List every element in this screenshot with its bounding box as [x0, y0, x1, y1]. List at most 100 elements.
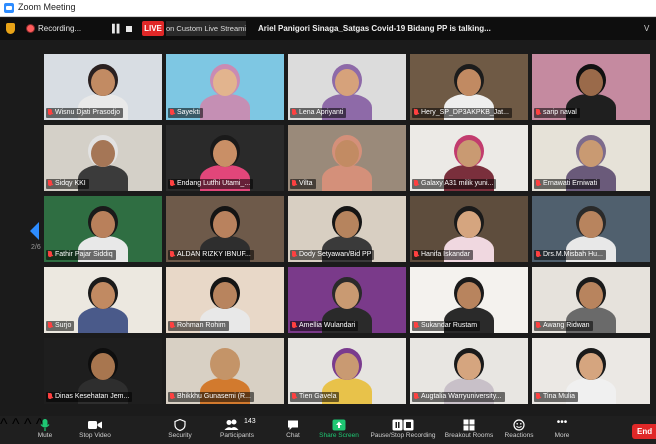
participant-name-label: Amellia Wulandari	[290, 321, 359, 331]
muted-mic-icon	[536, 393, 540, 399]
participant-name-label: Hery_SP_DP3AKPKB_Jat...	[412, 108, 512, 118]
participants-button[interactable]: 143 Participants	[214, 418, 260, 444]
breakout-rooms-icon	[444, 418, 494, 431]
window-titlebar: Zoom Meeting	[0, 0, 656, 17]
breakout-rooms-button[interactable]: Breakout Rooms	[444, 418, 494, 444]
participant-name: Fathir Pajar Siddiq	[55, 251, 113, 258]
participant-video-tile[interactable]: Hanifa Iskandar	[410, 196, 528, 262]
participant-video-tile[interactable]: Ernawati Erniwati	[532, 125, 650, 191]
participant-video-tile[interactable]: Sidqy KKI	[44, 125, 162, 191]
zoom-logo-icon	[4, 3, 14, 13]
active-speaker-text: Ariel Panigori Sinaga_Satgas Covid-19 Bi…	[258, 24, 491, 33]
participant-name: Hanifa Iskandar	[421, 251, 471, 258]
participant-name: Lena Apriyanti	[299, 109, 344, 116]
chat-button[interactable]: Chat	[280, 418, 306, 444]
muted-mic-icon	[48, 393, 52, 399]
video-options-caret-icon[interactable]: ^	[12, 416, 20, 433]
stop-video-button[interactable]: Stop Video	[76, 418, 114, 444]
stop-recording-icon[interactable]	[126, 26, 132, 32]
participant-video-tile[interactable]: Rohman Rohim	[166, 267, 284, 333]
participant-name: Hery_SP_DP3AKPKB_Jat...	[421, 109, 509, 116]
participant-video-tile[interactable]: Dinas Kesehatan Jem...	[44, 338, 162, 404]
participant-video-tile[interactable]: Tina Mulia	[532, 338, 650, 404]
muted-mic-icon	[48, 322, 52, 328]
live-badge[interactable]: LIVE	[142, 21, 164, 36]
mute-button[interactable]: Mute	[30, 418, 60, 444]
participant-body	[322, 165, 372, 191]
muted-mic-icon	[536, 109, 540, 115]
muted-mic-icon	[414, 251, 418, 257]
pause-recording-icon[interactable]: ▌▌	[112, 24, 122, 33]
participant-name-label: Surjo	[46, 321, 75, 331]
participant-name-label: sarip naval	[534, 108, 580, 118]
participant-face	[457, 353, 481, 380]
previous-page-icon[interactable]	[30, 222, 39, 240]
participant-video-tile[interactable]: Augtalia Warryuniversity...	[410, 338, 528, 404]
participant-video-tile[interactable]: Lena Apriyanti	[288, 54, 406, 120]
participant-name-label: Drs.M.Misbah Hu...	[534, 250, 606, 260]
muted-mic-icon	[48, 180, 52, 186]
participants-count: 143	[244, 418, 256, 425]
participant-name: Ernawati Erniwati	[543, 180, 598, 187]
participant-name-label: Tien Gavela	[290, 392, 340, 402]
participants-icon: 143	[214, 418, 260, 430]
pause-stop-icon	[370, 418, 436, 431]
meeting-toolbar: Mute ^ Stop Video ^ Security 143 Partici…	[0, 416, 656, 444]
participant-video-tile[interactable]: sarip naval	[532, 54, 650, 120]
participant-video-tile[interactable]: Galaxy A31 milik yuni...	[410, 125, 528, 191]
participant-face	[335, 353, 359, 380]
participant-video-tile[interactable]: Endang Lutfhi Utami_...	[166, 125, 284, 191]
participant-video-tile[interactable]: Awang Ridwan	[532, 267, 650, 333]
participant-face	[91, 69, 115, 96]
participant-name-label: Hanifa Iskandar	[412, 250, 474, 260]
muted-mic-icon	[170, 251, 174, 257]
participant-body	[200, 94, 250, 120]
microphone-icon	[30, 418, 60, 431]
muted-mic-icon	[414, 393, 418, 399]
participant-name: Tina Mulia	[543, 393, 576, 400]
participant-face	[213, 353, 237, 380]
pause-stop-recording-button[interactable]: Pause/Stop Recording	[370, 418, 436, 444]
participant-video-tile[interactable]: Tien Gavela	[288, 338, 406, 404]
muted-mic-icon	[536, 322, 540, 328]
participant-video-tile[interactable]: Bhikkhu Gunasemi (R...	[166, 338, 284, 404]
participant-video-tile[interactable]: Vilta	[288, 125, 406, 191]
participant-video-tile[interactable]: Hery_SP_DP3AKPKB_Jat...	[410, 54, 528, 120]
participant-video-tile[interactable]: Dody Setyawan/Bid PP	[288, 196, 406, 262]
participant-face	[91, 353, 115, 380]
participant-video-tile[interactable]: Drs.M.Misbah Hu...	[532, 196, 650, 262]
participant-name-label: ALDAN RIZKY IBNUF...	[168, 250, 254, 260]
participant-video-tile[interactable]: Wisnu Djati Prasodjo	[44, 54, 162, 120]
participant-video-tile[interactable]: Fathir Pajar Siddiq	[44, 196, 162, 262]
participant-name: sarip naval	[543, 109, 577, 116]
shield-icon[interactable]	[6, 23, 15, 34]
participant-name: Awang Ridwan	[543, 322, 590, 329]
participant-face	[579, 211, 603, 238]
security-button[interactable]: Security	[163, 418, 197, 444]
participant-face	[579, 353, 603, 380]
more-button[interactable]: ••• More	[550, 418, 574, 444]
participant-name-label: Tina Mulia	[534, 392, 579, 402]
participant-video-tile[interactable]: Amellia Wulandari	[288, 267, 406, 333]
participant-face	[335, 140, 359, 167]
view-button[interactable]: V	[644, 24, 649, 33]
participant-video-tile[interactable]: Sukandar Rustam	[410, 267, 528, 333]
participant-video-tile[interactable]: ALDAN RIZKY IBNUF...	[166, 196, 284, 262]
participant-name-label: Vilta	[290, 179, 316, 189]
reactions-button[interactable]: Reactions	[502, 418, 536, 444]
muted-mic-icon	[170, 109, 174, 115]
participant-name: Galaxy A31 milik yuni...	[421, 180, 494, 187]
muted-mic-icon	[48, 109, 52, 115]
participant-name: ALDAN RIZKY IBNUF...	[177, 251, 251, 258]
participant-name-label: Endang Lutfhi Utami_...	[168, 179, 254, 189]
shield-icon	[163, 418, 197, 432]
participant-video-tile[interactable]: Surjo	[44, 267, 162, 333]
muted-mic-icon	[48, 251, 52, 257]
share-screen-button[interactable]: Share Screen	[318, 418, 360, 444]
end-meeting-button[interactable]: End	[632, 424, 656, 439]
muted-mic-icon	[292, 109, 296, 115]
mute-options-caret-icon[interactable]: ^	[0, 416, 8, 433]
participant-face	[213, 140, 237, 167]
participant-video-tile[interactable]: Sayekti	[166, 54, 284, 120]
chat-icon	[280, 418, 306, 430]
